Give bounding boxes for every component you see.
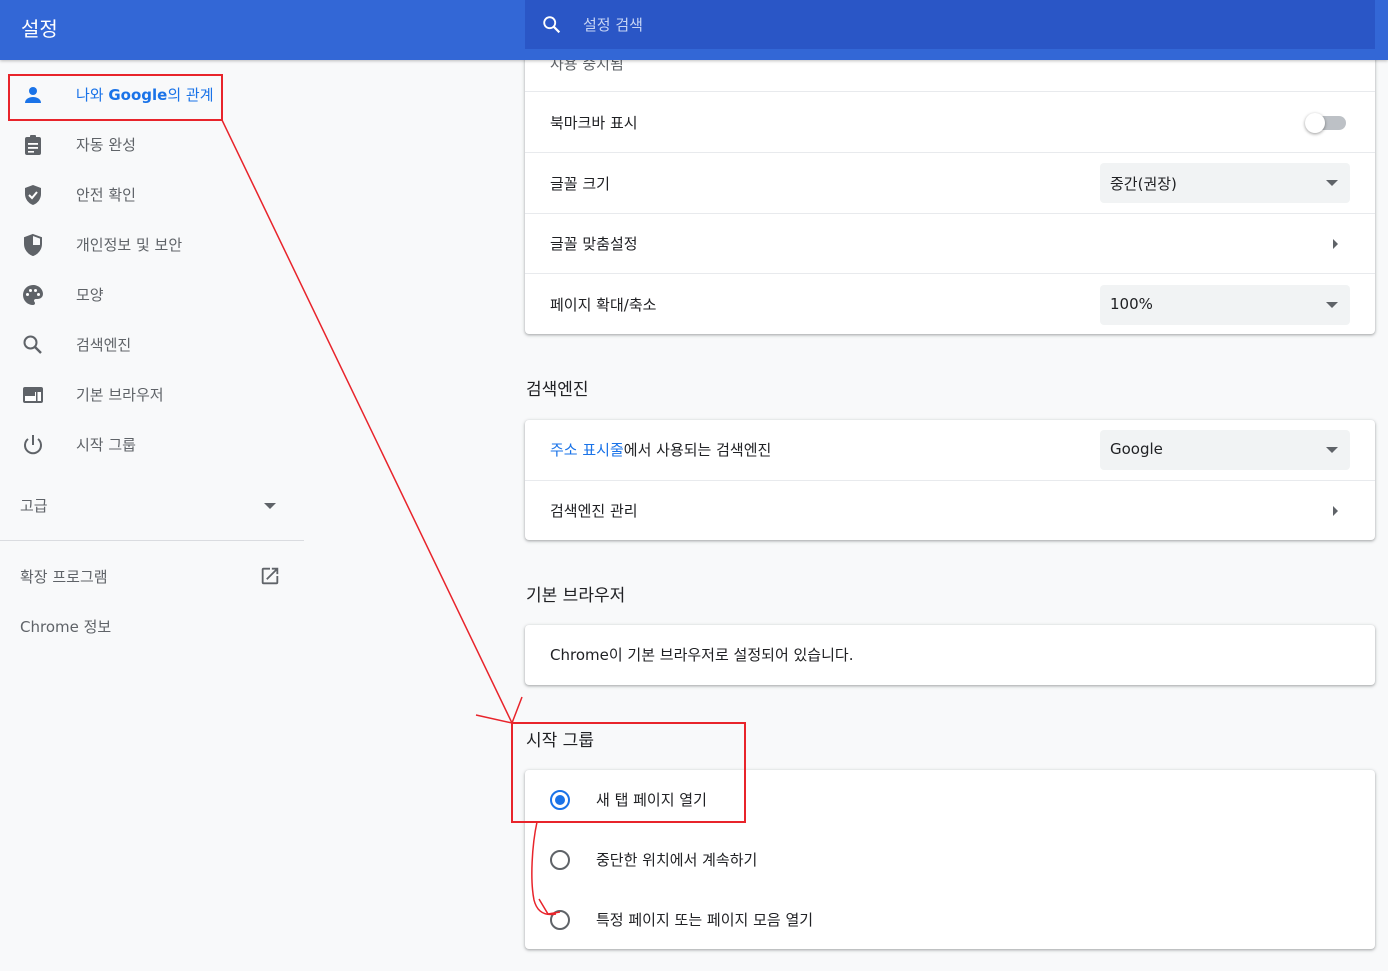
shield-check-icon (25, 185, 41, 205)
default-browser-section-title: 기본 브라우저 (526, 586, 626, 606)
manage-search-engines-label: 검색엔진 관리 (550, 502, 638, 520)
on-startup-section-title: 시작 그룹 (526, 731, 594, 751)
sidebar-item-label: 나와 Google의 관계 (76, 86, 214, 104)
toggle-knob[interactable] (1305, 113, 1325, 133)
person-icon (25, 87, 41, 103)
search-engine-value: Google (1110, 440, 1163, 458)
radio-label-continue[interactable]: 중단한 위치에서 계속하기 (596, 849, 757, 870)
sidebar: 나와 Google의 관계 자동 완성 안전 확인 개인정보 및 보안 모양 검… (0, 60, 304, 971)
dropdown-arrow-icon (1326, 447, 1338, 453)
chevron-right-icon (1333, 506, 1338, 516)
sidebar-item-safety-check[interactable]: 안전 확인 (0, 170, 304, 220)
page-zoom-label: 페이지 확대/축소 (550, 296, 657, 314)
shield-half-icon (24, 233, 42, 257)
radio-label-new-tab[interactable]: 새 탭 페이지 열기 (596, 789, 707, 810)
page-zoom-row: 페이지 확대/축소 100% (525, 273, 1375, 334)
font-size-label: 글꼴 크기 (550, 175, 610, 193)
bookmark-bar-label: 북마크바 표시 (550, 114, 638, 132)
custom-fonts-row[interactable]: 글꼴 맞춤설정 (525, 213, 1375, 273)
page-zoom-value: 100% (1110, 295, 1153, 313)
clipboard-icon (25, 135, 41, 155)
radio-specific-pages[interactable] (550, 910, 570, 930)
sidebar-item-search-engine[interactable]: 검색엔진 (0, 320, 304, 370)
settings-header: 설정 설정 검색 (0, 0, 1388, 60)
search-icon (543, 16, 561, 34)
bookmark-bar-row[interactable]: 북마크바 표시 (525, 91, 1375, 152)
sidebar-divider (0, 540, 304, 541)
dropdown-arrow-icon (1326, 302, 1338, 308)
search-input[interactable]: 설정 검색 (583, 14, 643, 35)
page-title: 설정 (21, 17, 58, 41)
sidebar-item-label: 안전 확인 (76, 186, 136, 204)
search-engine-row: 주소 표시줄에서 사용되는 검색엔진 Google (525, 420, 1375, 480)
default-browser-card: Chrome이 기본 브라우저로 설정되어 있습니다. (525, 625, 1375, 685)
palette-icon (23, 285, 43, 305)
search-engine-section-title: 검색엔진 (526, 380, 589, 400)
search-box[interactable]: 설정 검색 (525, 0, 1375, 49)
custom-fonts-label: 글꼴 맞춤설정 (550, 235, 638, 253)
address-bar-link[interactable]: 주소 표시줄 (550, 441, 624, 459)
font-size-row: 글꼴 크기 중간(권장) (525, 152, 1375, 213)
sidebar-item-you-and-google[interactable]: 나와 Google의 관계 (0, 70, 304, 120)
open-in-new-icon[interactable] (259, 565, 281, 587)
browser-window-icon (23, 387, 43, 403)
sidebar-item-appearance[interactable]: 모양 (0, 270, 304, 320)
sidebar-item-autofill[interactable]: 자동 완성 (0, 120, 304, 170)
chevron-down-icon[interactable] (264, 503, 276, 509)
sidebar-item-label: 기본 브라우저 (76, 386, 164, 404)
default-browser-status: Chrome이 기본 브라우저로 설정되어 있습니다. (550, 646, 854, 664)
radio-new-tab[interactable] (550, 790, 570, 810)
search-engine-card: 주소 표시줄에서 사용되는 검색엔진 Google 검색엔진 관리 (525, 420, 1375, 540)
font-size-select[interactable]: 중간(권장) (1100, 163, 1350, 203)
on-startup-card: 새 탭 페이지 열기 중단한 위치에서 계속하기 특정 페이지 또는 페이지 모… (525, 770, 1375, 949)
search-engine-select[interactable]: Google (1100, 430, 1350, 470)
sidebar-item-label: 검색엔진 (76, 336, 132, 354)
search-icon (23, 335, 42, 354)
radio-continue[interactable] (550, 850, 570, 870)
sidebar-item-on-startup[interactable]: 시작 그룹 (0, 420, 304, 470)
power-icon (24, 435, 42, 455)
page-zoom-select[interactable]: 100% (1100, 285, 1350, 325)
sidebar-item-privacy[interactable]: 개인정보 및 보안 (0, 220, 304, 270)
sidebar-item-default-browser[interactable]: 기본 브라우저 (0, 370, 304, 420)
search-engine-label: 주소 표시줄에서 사용되는 검색엔진 (550, 441, 772, 459)
appearance-card: 사용 중지됨 북마크바 표시 글꼴 크기 중간(권장) 글꼴 맞춤설정 페이지 … (525, 30, 1375, 334)
extensions-link[interactable]: 확장 프로그램 (20, 566, 108, 587)
dropdown-arrow-icon (1326, 180, 1338, 186)
font-size-value: 중간(권장) (1110, 175, 1177, 193)
manage-search-engines-row[interactable]: 검색엔진 관리 (525, 480, 1375, 540)
advanced-toggle[interactable]: 고급 (20, 495, 48, 516)
radio-label-specific-pages[interactable]: 특정 페이지 또는 페이지 모음 열기 (596, 909, 813, 930)
sidebar-item-label: 자동 완성 (76, 136, 136, 154)
sidebar-item-label: 개인정보 및 보안 (76, 236, 183, 254)
chevron-right-icon (1333, 239, 1338, 249)
sidebar-item-label: 시작 그룹 (76, 436, 136, 454)
about-chrome-link[interactable]: Chrome 정보 (20, 616, 111, 637)
sidebar-item-label: 모양 (76, 286, 104, 304)
annotation-arrowhead (475, 696, 523, 724)
